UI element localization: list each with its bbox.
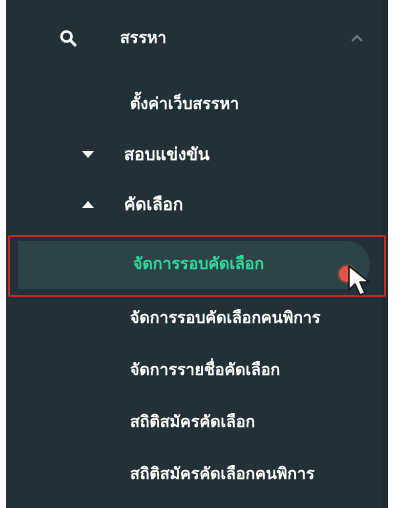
menu-group-search[interactable]: สรรหา xyxy=(6,18,388,58)
menu-item-selection-stats[interactable]: สถิติสมัครคัดเลือก xyxy=(6,402,388,442)
highlight-box xyxy=(8,235,386,297)
menu-item-selection-stats-disabled[interactable]: สถิติสมัครคัดเลือกคนพิการ xyxy=(6,454,388,494)
menu-group-search-label: สรรหา xyxy=(120,27,167,47)
search-icon xyxy=(58,28,78,48)
menu-group-selection-label: คัดเลือก xyxy=(124,194,184,215)
menu-group-competition-label: สอบแข่งขัน xyxy=(124,144,210,165)
menu-item-site-settings-label: ตั้งค่าเว็บสรรหา xyxy=(130,93,239,113)
triangle-up-icon xyxy=(78,194,98,214)
menu-item-label: สถิติสมัครคัดเลือก xyxy=(130,411,256,431)
menu-item-manage-selection-list[interactable]: จัดการรายชื่อคัดเลือก xyxy=(6,350,388,390)
menu-item-label: จัดการรายชื่อคัดเลือก xyxy=(130,359,281,379)
triangle-down-icon xyxy=(78,144,98,164)
chevron-up-icon[interactable] xyxy=(348,29,366,47)
menu-group-competition[interactable]: สอบแข่งขัน xyxy=(6,134,388,174)
menu-item-manage-selection-disabled[interactable]: จัดการรอบคัดเลือกคนพิการ xyxy=(6,298,388,338)
menu-item-label: สถิติสมัครคัดเลือกคนพิการ xyxy=(130,463,315,483)
menu-item-site-settings[interactable]: ตั้งค่าเว็บสรรหา xyxy=(6,84,388,124)
menu-group-selection[interactable]: คัดเลือก xyxy=(6,184,388,224)
menu-item-label: จัดการรอบคัดเลือกคนพิการ xyxy=(130,307,321,327)
mouse-cursor-icon xyxy=(348,265,370,296)
